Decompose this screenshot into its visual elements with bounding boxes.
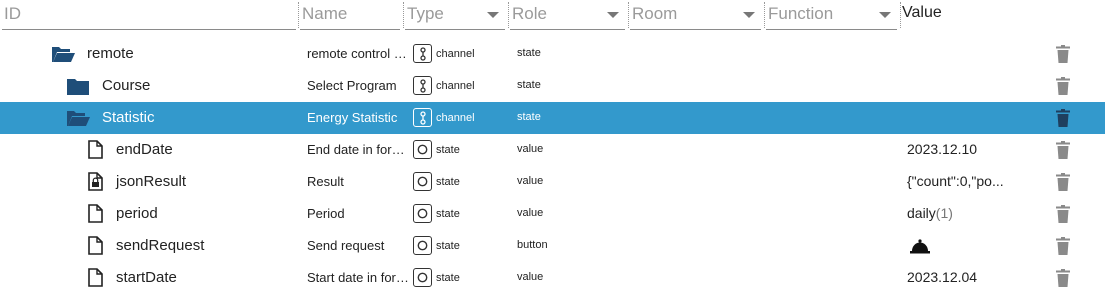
- trash-icon[interactable]: [1056, 109, 1070, 130]
- column-separator[interactable]: [900, 2, 901, 28]
- tree-row-jsonresult[interactable]: jsonResult Result state value {"count":0…: [0, 166, 1105, 198]
- row-type: channel: [413, 76, 475, 95]
- type-filter-label: Type: [407, 4, 444, 23]
- state-icon: [413, 268, 432, 287]
- row-id-label: Course: [102, 77, 151, 94]
- row-value-text: daily: [907, 205, 936, 221]
- trash-icon[interactable]: [1056, 237, 1070, 258]
- room-filter-label: Room: [632, 4, 678, 23]
- row-type: state: [413, 236, 460, 255]
- row-id-label: Statistic: [102, 109, 155, 126]
- row-role-label: value: [517, 271, 544, 283]
- column-separator[interactable]: [628, 2, 629, 28]
- row-name-label: Send request: [307, 238, 385, 253]
- state-icon: [413, 204, 432, 223]
- row-role-label: state: [517, 111, 541, 123]
- function-filter-label: Function: [768, 4, 834, 23]
- role-filter-label: Role: [512, 4, 547, 23]
- state-icon: [413, 236, 432, 255]
- row-name-label: Result: [307, 174, 344, 189]
- type-filter-select[interactable]: Type: [405, 0, 505, 30]
- tree-row-period[interactable]: period Period state value daily(1): [0, 198, 1105, 230]
- row-type: state: [413, 268, 460, 287]
- tree-row-enddate[interactable]: endDate End date in format state value 2…: [0, 134, 1105, 166]
- row-id-label: sendRequest: [116, 237, 205, 254]
- trash-icon[interactable]: [1056, 173, 1070, 194]
- name-filter-input[interactable]: Name: [300, 0, 400, 30]
- row-role-label: value: [517, 175, 544, 187]
- row-type: state: [413, 140, 460, 159]
- column-separator[interactable]: [508, 2, 509, 28]
- bell-button-icon[interactable]: [909, 238, 931, 257]
- channel-icon: [413, 108, 432, 127]
- row-name-label: Start date in format: [307, 270, 409, 285]
- row-type-label: state: [436, 175, 460, 188]
- row-name-label: Select Program: [307, 78, 397, 93]
- file-icon: [88, 140, 103, 162]
- tree-row-startdate[interactable]: startDate Start date in format state val…: [0, 262, 1105, 293]
- role-filter-select[interactable]: Role: [510, 0, 625, 30]
- row-type-label: state: [436, 239, 460, 252]
- column-separator[interactable]: [298, 2, 299, 28]
- row-role-label: value: [517, 207, 544, 219]
- folder-open-icon[interactable]: [51, 44, 75, 67]
- row-id-label: endDate: [116, 141, 173, 158]
- row-role-label: state: [517, 79, 541, 91]
- tree-row-statistic[interactable]: Statistic Energy Statistic channel state: [0, 102, 1105, 134]
- row-id-label: jsonResult: [116, 173, 187, 190]
- row-id-label: period: [116, 205, 158, 222]
- trash-icon[interactable]: [1056, 141, 1070, 162]
- folder-open-icon[interactable]: [66, 108, 90, 131]
- row-value[interactable]: 2023.12.10: [907, 141, 977, 157]
- column-separator[interactable]: [764, 2, 765, 28]
- row-role-label: button: [517, 239, 548, 251]
- file-icon: [88, 268, 103, 290]
- column-separator[interactable]: [403, 2, 404, 28]
- row-type: state: [413, 204, 460, 223]
- row-type-label: state: [436, 207, 460, 220]
- row-type: channel: [413, 44, 475, 63]
- state-icon: [413, 140, 432, 159]
- trash-icon[interactable]: [1056, 77, 1070, 98]
- tree-row-course[interactable]: Course Select Program channel state: [0, 70, 1105, 102]
- row-type-label: channel: [436, 111, 475, 124]
- row-role-label: value: [517, 143, 544, 155]
- room-filter-select[interactable]: Room: [630, 0, 761, 30]
- trash-icon[interactable]: [1056, 269, 1070, 290]
- row-name-label: Period: [307, 206, 345, 221]
- row-type: channel: [413, 108, 475, 127]
- row-type-label: state: [436, 143, 460, 156]
- folder-closed-icon[interactable]: [67, 77, 89, 98]
- table-header: ID Name Type Role Room Function Value: [0, 0, 1105, 32]
- channel-icon: [413, 76, 432, 95]
- row-value-suffix: (1): [935, 205, 953, 221]
- row-role-label: state: [517, 47, 541, 59]
- tree-row-remote[interactable]: remote remote control Device channel sta…: [0, 38, 1105, 70]
- row-name-label: End date in format: [307, 142, 409, 157]
- file-icon: [88, 236, 103, 258]
- trash-icon[interactable]: [1056, 205, 1070, 226]
- row-type-label: channel: [436, 79, 475, 92]
- channel-icon: [413, 44, 432, 63]
- state-icon: [413, 172, 432, 191]
- row-name-label: Energy Statistic: [307, 110, 398, 125]
- row-type-label: state: [436, 271, 460, 284]
- name-filter-placeholder: Name: [302, 4, 348, 23]
- locked-file-icon: [88, 172, 103, 194]
- function-filter-select[interactable]: Function: [766, 0, 897, 30]
- row-value[interactable]: {"count":0,"po...: [907, 173, 1004, 189]
- file-icon: [88, 204, 103, 226]
- value-column-header: Value: [902, 4, 942, 21]
- id-filter-placeholder: ID: [4, 4, 21, 23]
- row-type-label: channel: [436, 47, 475, 60]
- row-id-label: remote: [87, 45, 134, 62]
- id-filter-input[interactable]: ID: [2, 0, 296, 30]
- row-type: state: [413, 172, 460, 191]
- row-name-label: remote control Device: [307, 46, 409, 61]
- row-value[interactable]: daily(1): [907, 205, 953, 221]
- tree-row-sendrequest[interactable]: sendRequest Send request state button: [0, 230, 1105, 262]
- trash-icon[interactable]: [1056, 45, 1070, 66]
- row-id-label: startDate: [116, 269, 177, 286]
- row-value[interactable]: 2023.12.04: [907, 269, 977, 285]
